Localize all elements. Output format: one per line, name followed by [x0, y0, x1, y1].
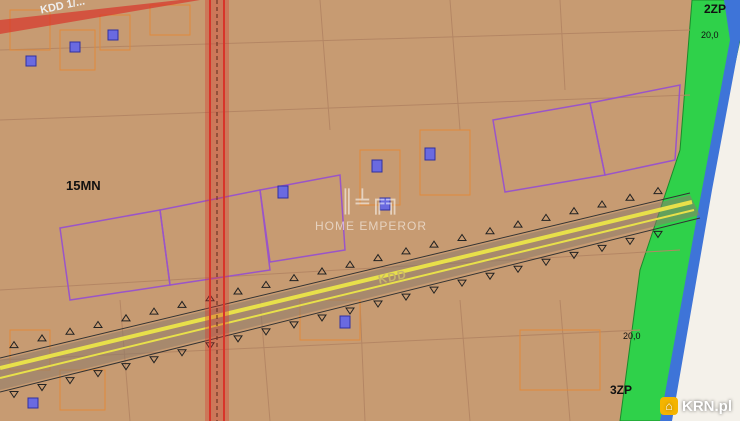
road-marker [513, 220, 523, 228]
road-marker [37, 334, 47, 342]
road-marker [9, 340, 19, 349]
map-view[interactable]: 15MN 2ZP 3ZP 20,0 20,0 KDD KDD 1/... ║╧╔… [0, 0, 740, 421]
dimension-top: 20,0 [701, 30, 719, 40]
road-marker [569, 206, 579, 215]
road-marker [289, 273, 299, 282]
zone-label-2zp: 2ZP [704, 2, 727, 16]
road-marker [121, 313, 131, 322]
road-marker [541, 213, 551, 221]
road-marker [373, 300, 383, 308]
road-marker [149, 307, 159, 315]
watermark-text: HOME EMPEROR [314, 219, 427, 233]
road-marker [625, 237, 635, 246]
road-marker [233, 287, 243, 295]
road-marker [485, 272, 495, 281]
road-marker [401, 293, 411, 301]
road-marker [653, 186, 663, 195]
watermark-logo: ║╧╔╗ [340, 190, 402, 215]
road-marker [513, 265, 523, 274]
dimension-bottom: 20,0 [623, 331, 641, 341]
vertical-pipeline [205, 0, 229, 421]
road-marker [289, 321, 299, 329]
road-marker [373, 253, 383, 262]
road-marker [261, 280, 271, 288]
brand-logo[interactable]: ⌂ KRN.pl [660, 397, 732, 415]
road-marker [65, 377, 75, 385]
road-marker [65, 327, 75, 335]
road-marker [317, 314, 327, 322]
road-marker [9, 391, 19, 399]
road-marker [569, 251, 579, 260]
road-marker [429, 240, 439, 248]
road-marker [597, 244, 607, 253]
road-marker [177, 349, 187, 357]
zone-label-3zp: 3ZP [610, 383, 633, 397]
road-marker [93, 320, 103, 329]
road-marker [345, 307, 355, 315]
road-marker [541, 258, 551, 267]
road-marker [457, 233, 467, 241]
road-marker [149, 356, 159, 364]
road-marker [485, 226, 495, 235]
watermark: ║╧╔╗ HOME EMPEROR [296, 190, 446, 233]
road-marker [597, 200, 607, 208]
road-marker [37, 384, 47, 392]
zone-label-15mn: 15MN [66, 178, 101, 193]
road-marker [233, 335, 243, 343]
brand-text: KRN.pl [682, 397, 732, 415]
house-icon: ⌂ [660, 397, 678, 415]
road-marker [177, 300, 187, 308]
road-marker [625, 193, 635, 201]
road-marker [345, 260, 355, 268]
road-marker [429, 286, 439, 295]
road-marker [457, 279, 467, 288]
road-marker [93, 370, 103, 378]
road-marker [401, 246, 411, 255]
